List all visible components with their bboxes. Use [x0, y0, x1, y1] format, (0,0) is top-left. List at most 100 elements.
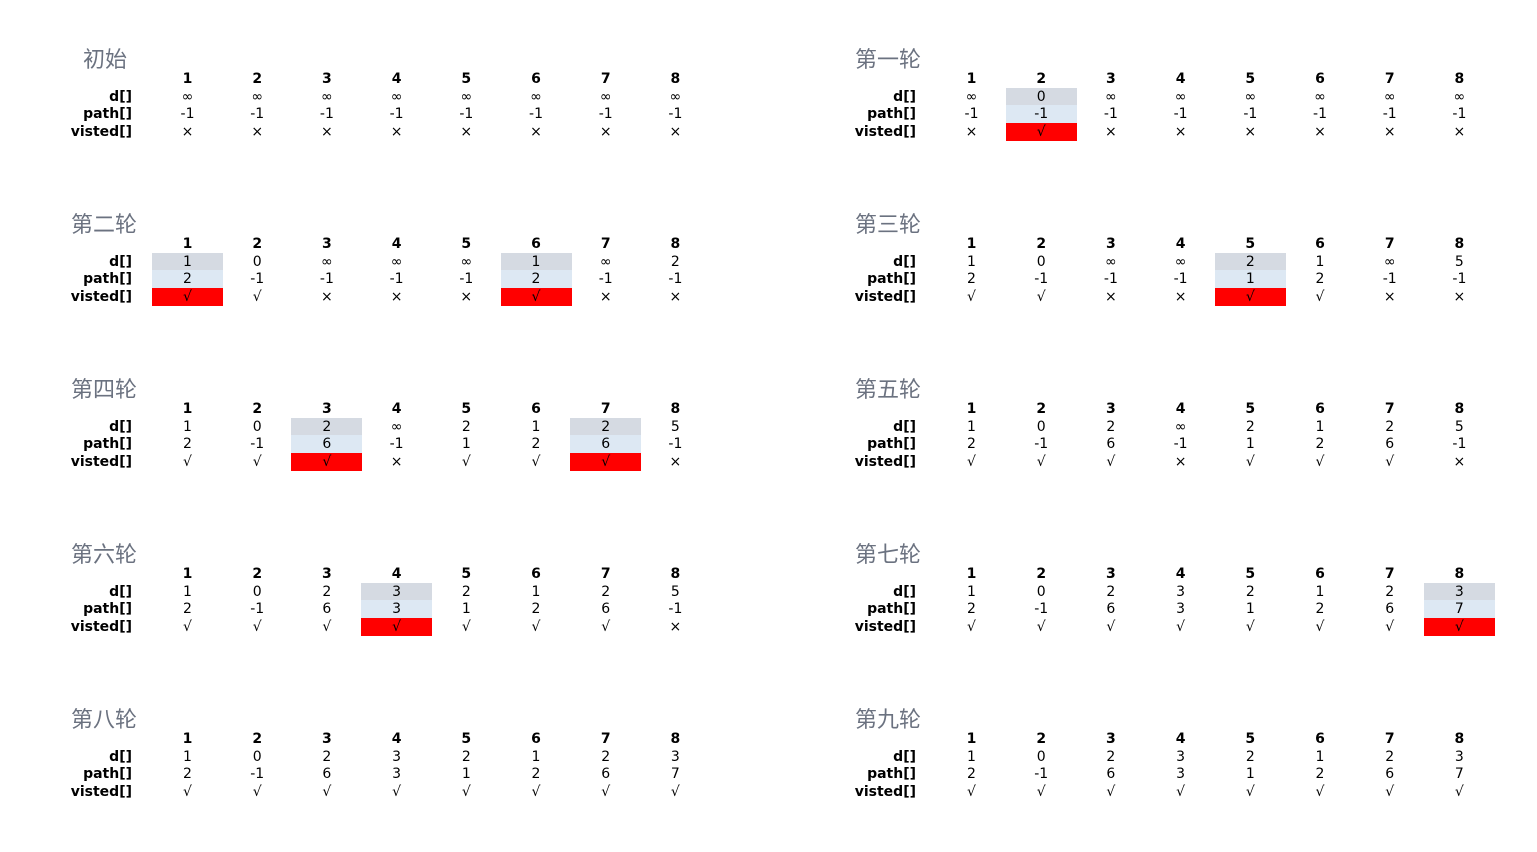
visited-cell: √	[601, 784, 611, 800]
node-header: 3	[322, 401, 332, 417]
d-cell: 2	[461, 584, 471, 600]
node-header: 7	[1384, 236, 1395, 252]
node-header: 5	[461, 731, 472, 747]
path-cell: 6	[291, 435, 363, 453]
visited-row-label: visted[]	[70, 619, 132, 635]
visited-cell: √	[291, 453, 363, 471]
d-cell: 2	[322, 749, 332, 765]
path-cell: -1	[1382, 106, 1397, 122]
d-row-label: d[]	[893, 749, 916, 765]
d-cell: ∞	[390, 254, 403, 270]
step-title: 第九轮	[855, 708, 922, 733]
path-cell: 2	[967, 436, 976, 452]
d-cell: 2	[1385, 584, 1395, 600]
node-header: 3	[322, 71, 332, 87]
node-header: 6	[531, 401, 541, 417]
d-cell: 2	[1214, 253, 1286, 271]
node-header: 1	[182, 566, 193, 582]
node-header: 5	[461, 566, 472, 582]
step-panel: 初始 d[] path[] visted[] 1 ∞ -1 × 2 ∞ -1 × 3 ∞ -1 × 4 ∞ -1 × 5…	[62, 42, 762, 192]
path-cell: 6	[322, 766, 332, 782]
visited-cell: ×	[390, 289, 403, 305]
path-cell: 1	[1245, 766, 1255, 782]
path-cell: -1	[1452, 106, 1467, 122]
d-cell: 2	[322, 584, 332, 600]
d-cell: 1	[967, 749, 976, 765]
d-cell: ∞	[390, 419, 403, 435]
node-header: 8	[1454, 566, 1465, 582]
path-cell: -1	[459, 271, 474, 287]
node-header: 7	[600, 71, 611, 87]
node-header: 2	[1036, 401, 1047, 417]
path-cell: -1	[389, 436, 404, 452]
node-header: 7	[1384, 731, 1395, 747]
path-cell: -1	[668, 601, 683, 617]
node-header: 8	[1454, 731, 1465, 747]
visited-cell: √	[1315, 289, 1325, 305]
visited-cell: √	[967, 619, 976, 635]
node-header: 8	[670, 566, 681, 582]
node-header: 6	[1315, 401, 1325, 417]
visited-row-label: visted[]	[70, 289, 132, 305]
path-cell: -1	[459, 106, 474, 122]
visited-cell: √	[1005, 123, 1077, 141]
visited-cell: √	[1245, 619, 1255, 635]
path-cell: -1	[250, 601, 265, 617]
visited-cell: √	[461, 454, 471, 470]
node-header: 1	[966, 731, 977, 747]
visited-cell: √	[601, 619, 611, 635]
node-header: 6	[1315, 731, 1325, 747]
visited-cell: √	[531, 454, 541, 470]
path-cell: 3	[1176, 766, 1186, 782]
d-cell: 1	[531, 584, 541, 600]
visited-cell: ×	[321, 124, 333, 140]
d-row-label: d[]	[109, 749, 132, 765]
d-cell: 5	[1454, 254, 1464, 270]
node-header: 7	[1384, 71, 1395, 87]
step-title: 第五轮	[855, 378, 922, 403]
node-header: 8	[1454, 236, 1465, 252]
path-cell: -1	[250, 271, 265, 287]
path-cell: 1	[461, 436, 471, 452]
step-title: 第七轮	[855, 543, 922, 568]
path-cell: 2	[1315, 766, 1325, 782]
visited-cell: ×	[1174, 454, 1187, 470]
visited-cell: √	[361, 618, 433, 636]
path-cell: 2	[183, 766, 192, 782]
d-cell: 1	[967, 584, 976, 600]
path-cell: -1	[319, 106, 334, 122]
node-header: 2	[252, 566, 263, 582]
visited-cell: ×	[669, 124, 682, 140]
node-header: 4	[1175, 71, 1186, 87]
path-row-label: path[]	[83, 766, 132, 782]
visited-row-label: visted[]	[70, 454, 132, 470]
d-cell: 1	[1315, 584, 1325, 600]
path-cell: -1	[180, 106, 195, 122]
node-header: 2	[1036, 71, 1047, 87]
d-row-label: d[]	[109, 584, 132, 600]
node-header: 4	[391, 731, 402, 747]
node-header: 3	[1106, 731, 1116, 747]
step-panel: 第九轮 d[] path[] visted[] 1 1 2 √ 2 0 -1 √ 3 2 6 √ 4 3 3 √ 5 2 1…	[846, 702, 1537, 852]
d-cell: 1	[967, 419, 976, 435]
d-cell: 3	[1176, 584, 1186, 600]
visited-cell: √	[1385, 454, 1395, 470]
node-header: 8	[670, 401, 681, 417]
d-cell: 0	[1005, 88, 1077, 106]
visited-cell: √	[1423, 618, 1495, 636]
path-cell: -1	[1452, 271, 1467, 287]
visited-cell: ×	[965, 124, 978, 140]
path-cell: -1	[250, 766, 265, 782]
node-header: 3	[322, 731, 332, 747]
visited-cell: √	[1245, 784, 1255, 800]
visited-cell: √	[322, 784, 332, 800]
path-cell: 6	[601, 766, 611, 782]
node-header: 3	[322, 236, 332, 252]
visited-cell: ×	[599, 289, 612, 305]
visited-row-label: visted[]	[70, 784, 132, 800]
path-cell: 6	[1106, 766, 1116, 782]
d-cell: 3	[361, 583, 433, 601]
step-panel: 第五轮 d[] path[] visted[] 1 1 2 √ 2 0 -1 √ 3 2 6 √ 4 ∞ -1 × 5 2…	[846, 372, 1537, 522]
path-cell: -1	[389, 271, 404, 287]
visited-cell: ×	[1105, 289, 1117, 305]
